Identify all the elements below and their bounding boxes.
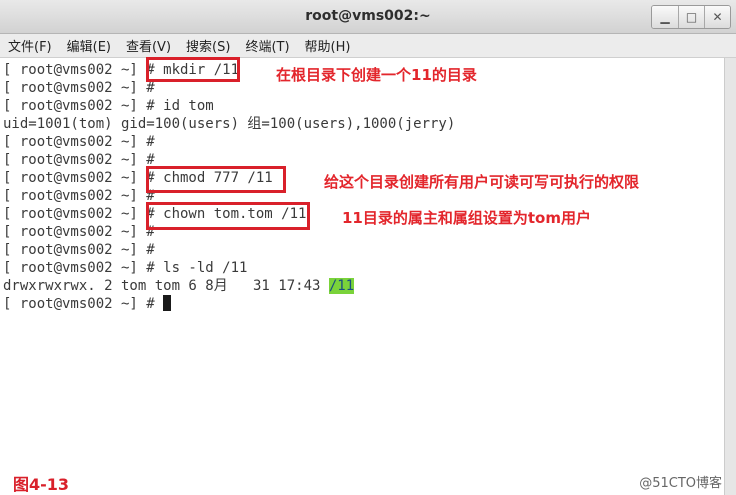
menu-file[interactable]: 文件(F) (8, 36, 52, 55)
terminal-command-line: [ root@vms002 ~] # (3, 224, 164, 240)
menu-bar: 文件(F) 编辑(E) 查看(V) 搜索(S) 终端(T) 帮助(H) (0, 34, 736, 58)
menu-search[interactable]: 搜索(S) (186, 36, 230, 55)
chown-highlight-box (146, 202, 310, 230)
watermark: @51CTO博客 (639, 476, 722, 491)
terminal-command-line: [ root@vms002 ~] # id tom (3, 98, 214, 114)
terminal-output-line: drwxrwxrwx. 2 tom tom 6 8月 31 17:43 /11 (3, 278, 355, 294)
chmod-annotation: 给这个目录创建所有用户可读可写可执行的权限 (324, 173, 640, 191)
menu-edit[interactable]: 编辑(E) (67, 36, 111, 55)
menu-view[interactable]: 查看(V) (126, 36, 171, 55)
terminal-output-line: uid=1001(tom) gid=100(users) 组=100(users… (3, 116, 456, 132)
mkdir-annotation: 在根目录下创建一个11的目录 (276, 66, 477, 84)
terminal-command-line: [ root@vms002 ~] # (3, 134, 164, 150)
menu-terminal[interactable]: 终端(T) (245, 36, 289, 55)
terminal-command-line: [ root@vms002 ~] # (3, 295, 172, 313)
mkdir-highlight-box (146, 57, 240, 82)
minimize-button[interactable]: ▁ (652, 6, 678, 28)
terminal-command-line: [ root@vms002 ~] # (3, 242, 164, 258)
terminal-area[interactable]: [ root@vms002 ~] # mkdir /11[ root@vms00… (0, 58, 724, 495)
chown-annotation: 11目录的属主和属组设置为tom用户 (342, 209, 591, 227)
window-controls: ▁ □ ✕ (651, 5, 731, 29)
window-titlebar: root@vms002:~ ▁ □ ✕ (0, 0, 736, 34)
chmod-highlight-box (146, 166, 286, 193)
scrollbar[interactable] (724, 58, 736, 495)
window-title: root@vms002:~ (305, 8, 431, 24)
terminal-cursor (163, 295, 172, 311)
directory-name: /11 (328, 278, 355, 294)
menu-help[interactable]: 帮助(H) (305, 36, 351, 55)
figure-label: 图4-13 (13, 475, 70, 494)
close-button[interactable]: ✕ (704, 6, 730, 28)
terminal-command-line: [ root@vms002 ~] # ls -ld /11 (3, 260, 248, 276)
terminal-command-line: [ root@vms002 ~] # (3, 152, 164, 168)
terminal-command-line: [ root@vms002 ~] # (3, 80, 164, 96)
terminal-command-line: [ root@vms002 ~] # (3, 188, 164, 204)
maximize-button[interactable]: □ (678, 6, 704, 28)
